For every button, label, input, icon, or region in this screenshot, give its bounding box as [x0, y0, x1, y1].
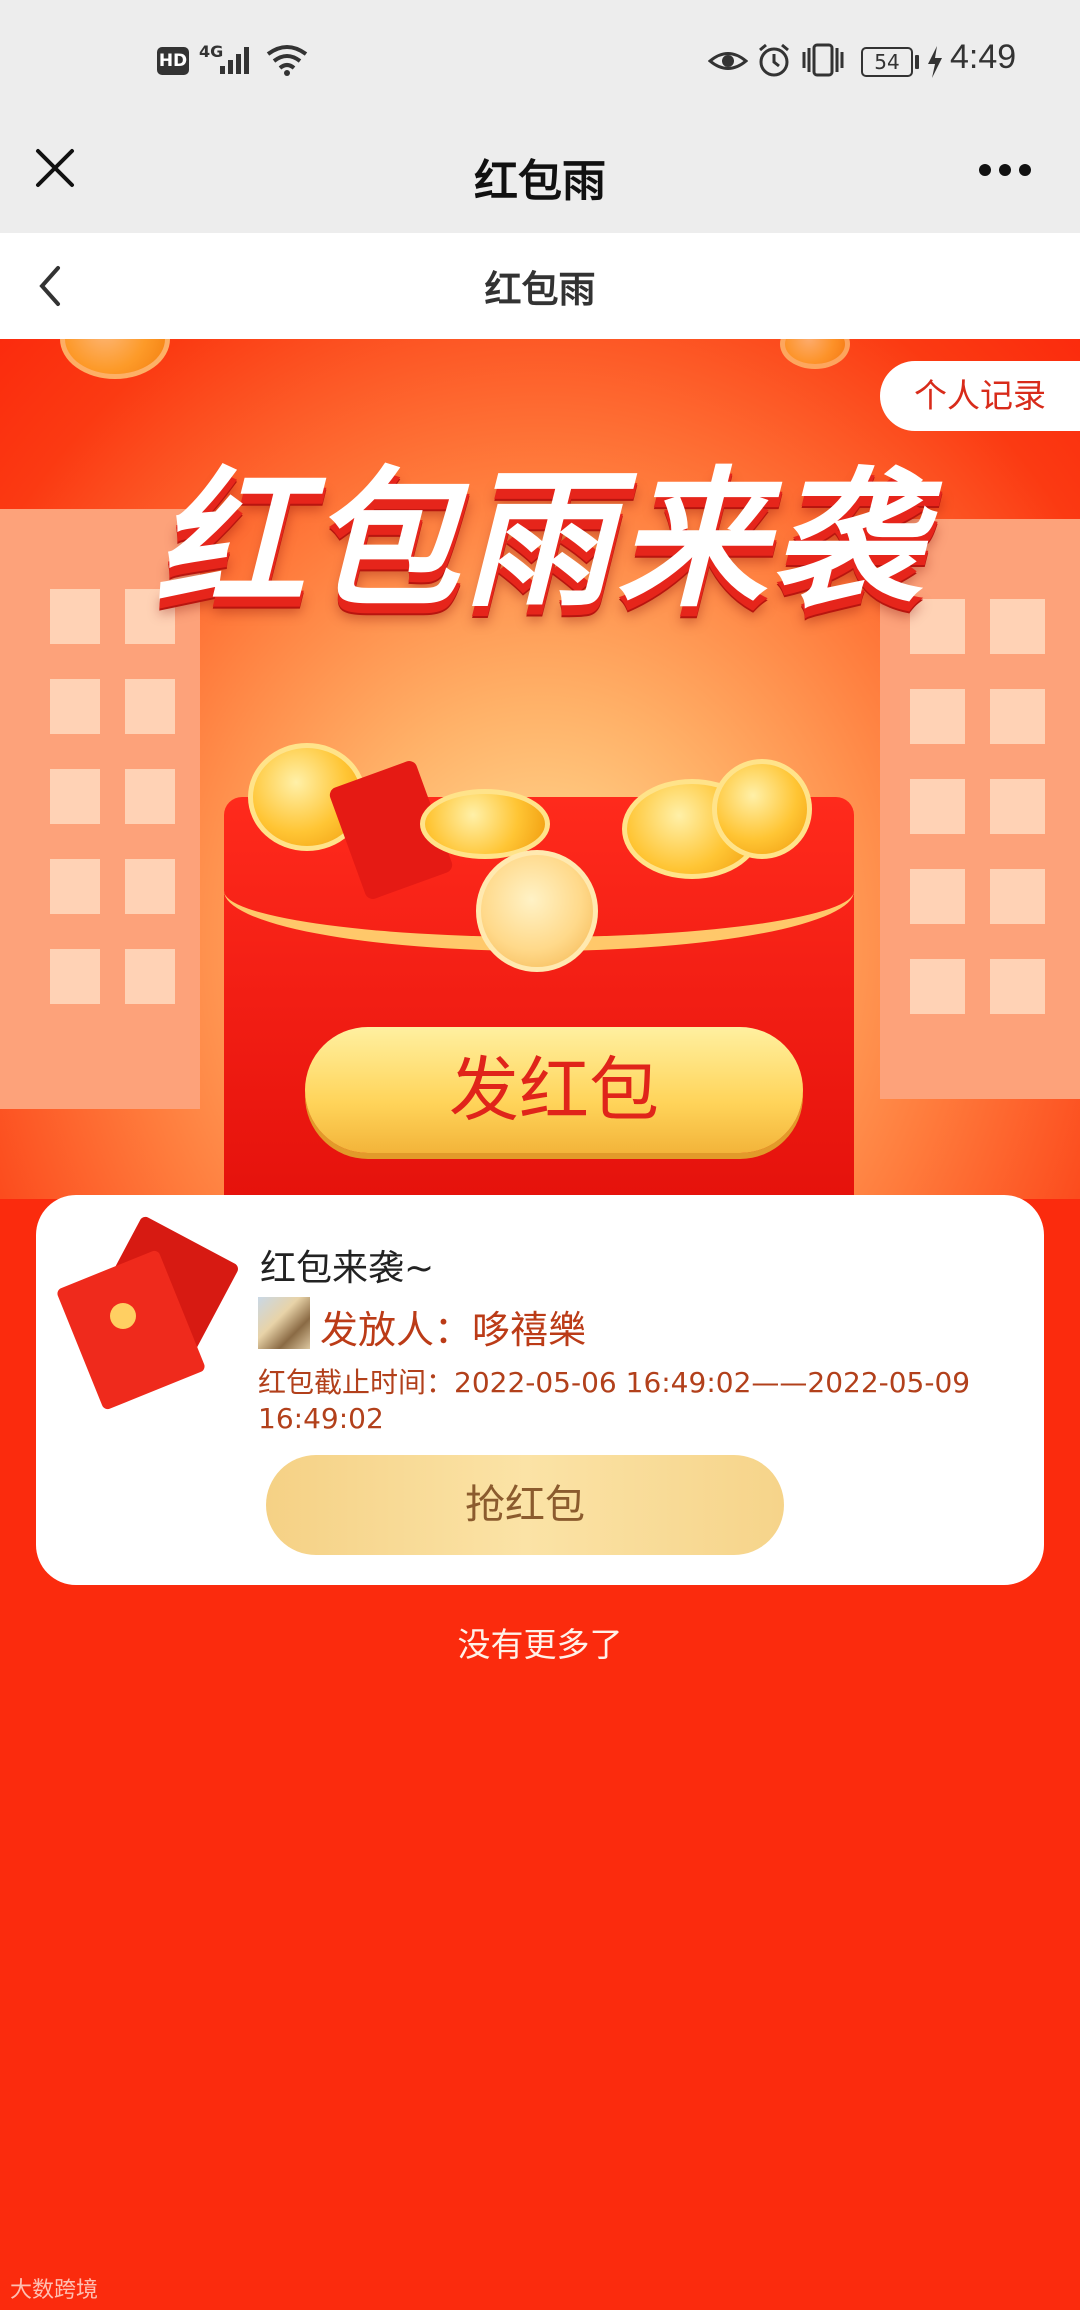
- sender-name: 发放人：哆禧樂: [320, 1308, 587, 1352]
- clock: 4:49: [950, 38, 1017, 76]
- page-nav: 红包雨: [0, 233, 1080, 339]
- grab-red-packet-button[interactable]: 抢红包: [266, 1455, 784, 1555]
- envelope-seal: [476, 850, 598, 972]
- no-more-text: 没有更多了: [457, 1625, 623, 1664]
- more-icon[interactable]: [978, 163, 1032, 177]
- vibrate-icon: [802, 43, 844, 77]
- battery-tip: [915, 55, 919, 69]
- watermark-text: 大数跨境: [10, 2278, 99, 2303]
- card-title: 红包来袭~: [260, 1248, 435, 1289]
- send-red-packet-button[interactable]: 发红包: [305, 1027, 803, 1153]
- charging-icon: [928, 46, 942, 78]
- eye-icon: [708, 52, 748, 70]
- page-title: 红包雨: [484, 268, 596, 311]
- red-packet-card: 红包来袭~ 发放人：哆禧樂 红包截止时间：2022-05-06 16:49:02…: [36, 1195, 1044, 1585]
- signal-icon: [220, 47, 249, 74]
- banner-headline: 红包雨来袭: [154, 454, 925, 628]
- wechat-title: 红包雨: [474, 156, 606, 207]
- status-bar: HD 4G 54 4:49: [0, 0, 1080, 125]
- watermark: 大数跨境: [10, 2272, 98, 2304]
- deadline-text: 红包截止时间：2022-05-06 16:49:02——2022-05-09 1…: [258, 1366, 971, 1435]
- envelope-seal-icon: [110, 1303, 136, 1329]
- battery-level: 54: [861, 47, 913, 77]
- hd-badge: HD: [157, 47, 189, 75]
- wechat-header: 红包雨: [0, 125, 1080, 233]
- coin-icon: [60, 339, 170, 379]
- coin-icon: [780, 339, 850, 369]
- avatar: [258, 1297, 310, 1349]
- alarm-icon: [759, 43, 789, 77]
- banner: 个人记录 红包雨来袭 发红包: [0, 339, 1080, 1199]
- wifi-icon: [266, 45, 308, 76]
